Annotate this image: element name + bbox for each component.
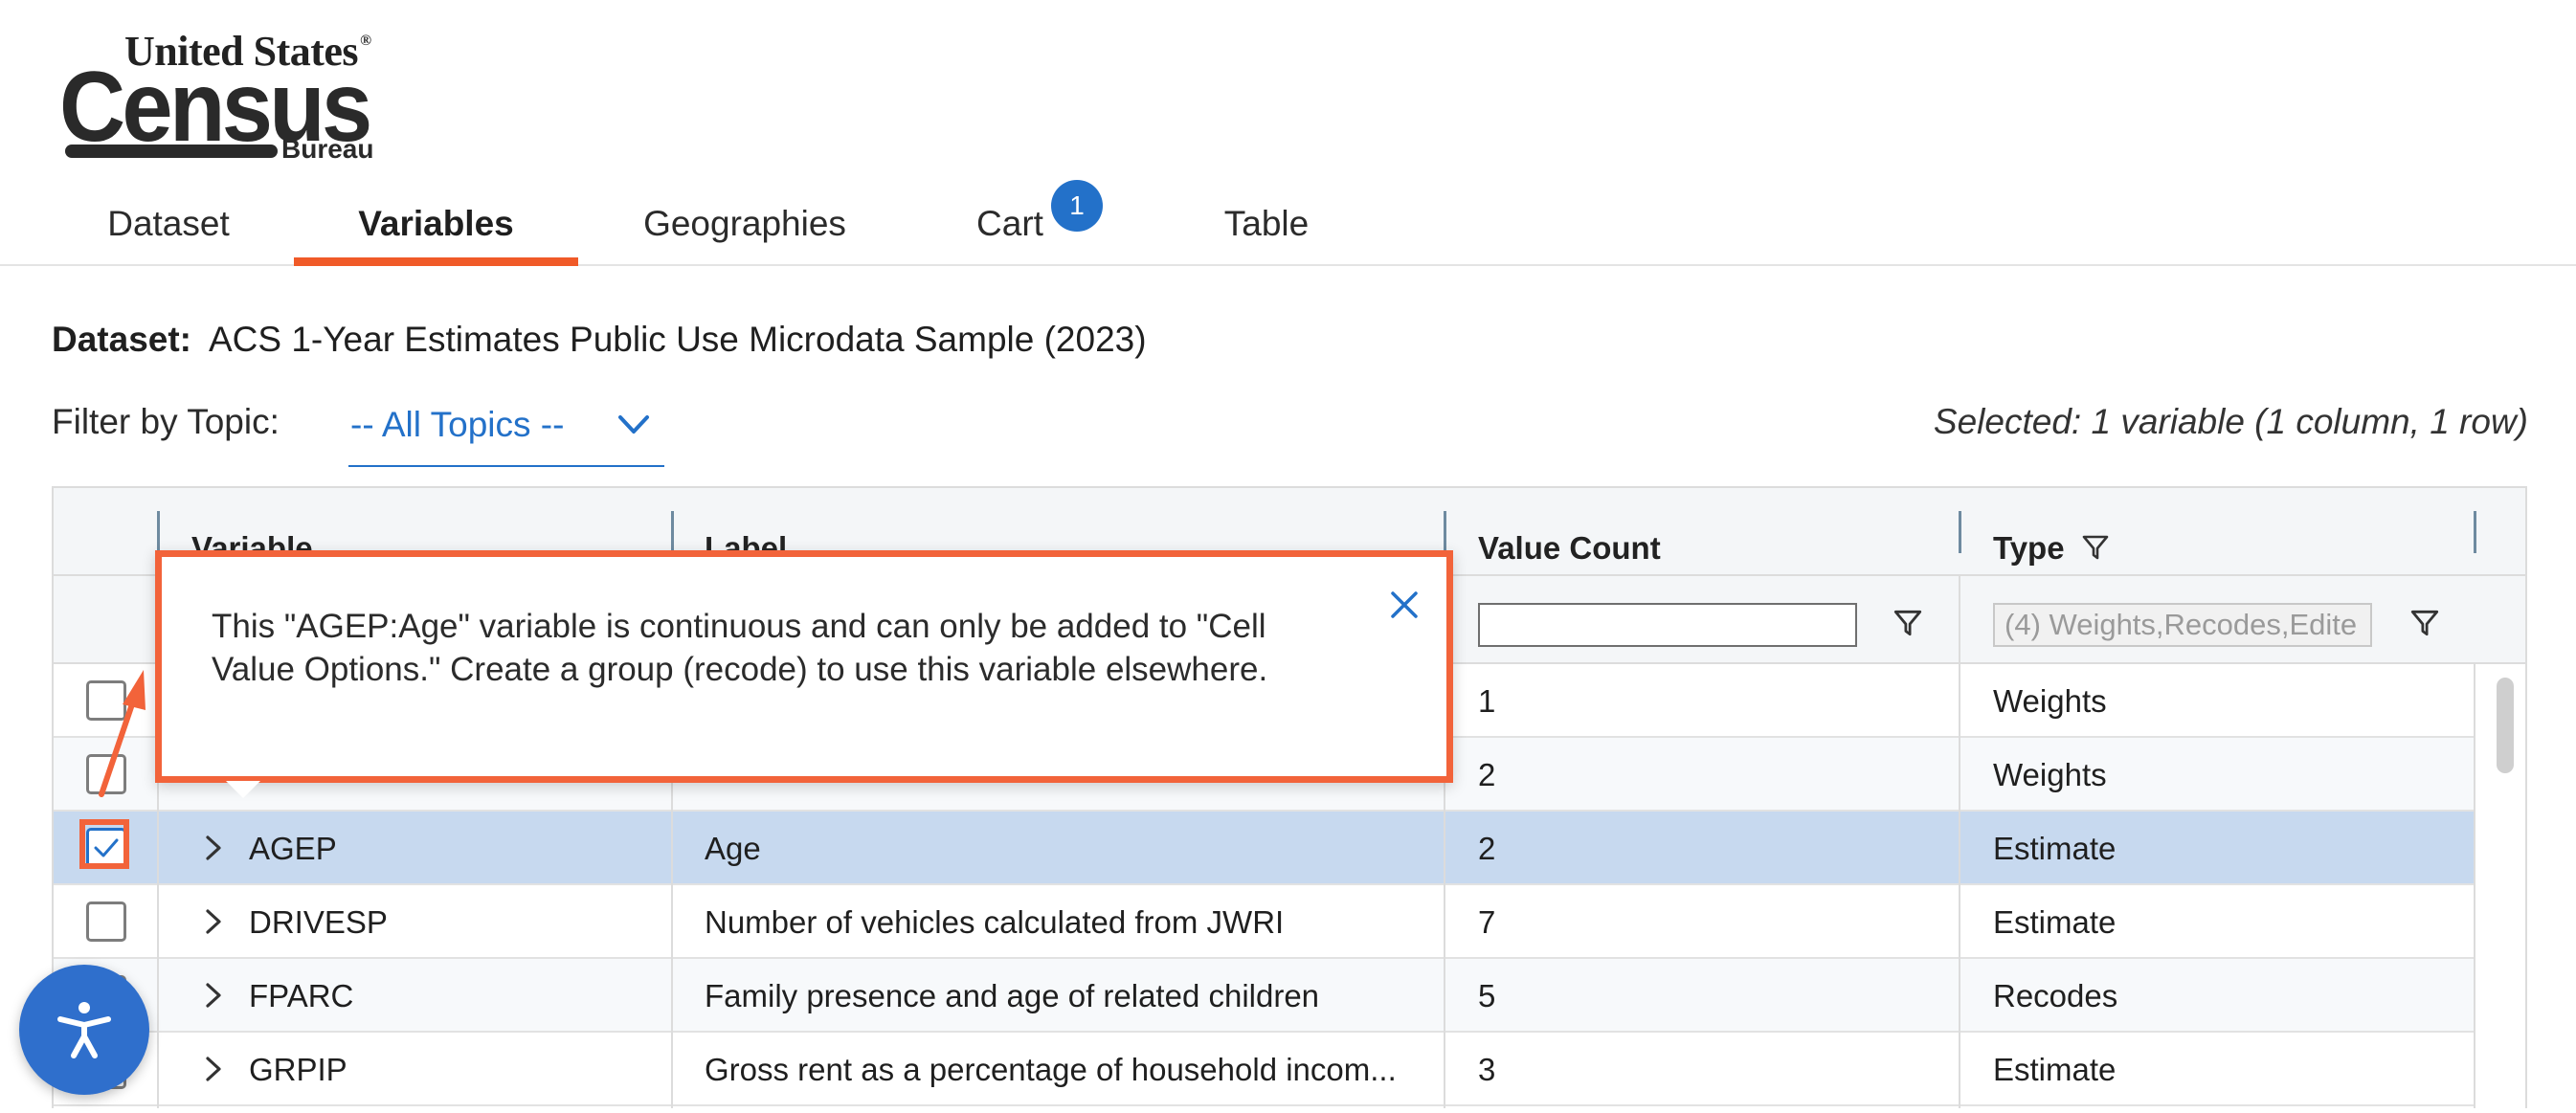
column-line xyxy=(2474,664,2475,1108)
chevron-right-icon[interactable] xyxy=(199,833,228,863)
census-logo[interactable]: United States ® Census Bureau xyxy=(59,25,404,168)
variable-cell: GRPIP xyxy=(249,1051,347,1087)
funnel-icon[interactable] xyxy=(2408,607,2441,639)
variable-cell: AGEP xyxy=(249,830,337,866)
column-divider[interactable] xyxy=(1444,511,1446,553)
topic-select-value: -- All Topics -- xyxy=(350,405,565,444)
value-count-cell: 2 xyxy=(1478,756,1496,792)
row-checkbox[interactable] xyxy=(86,680,126,721)
accessibility-button[interactable] xyxy=(19,965,149,1095)
type-cell: Estimate xyxy=(1993,830,2117,866)
tab-dataset[interactable]: Dataset xyxy=(84,184,253,264)
chevron-down-icon xyxy=(618,415,649,434)
funnel-icon[interactable] xyxy=(1892,607,1924,639)
chevron-right-icon[interactable] xyxy=(199,906,228,937)
dataset-value: ACS 1-Year Estimates Public Use Microdat… xyxy=(209,320,1147,359)
column-divider[interactable] xyxy=(157,511,160,553)
label-cell: Gross rent as a percentage of household … xyxy=(705,1051,1397,1087)
label-cell: Age xyxy=(705,830,761,866)
row-checkbox[interactable] xyxy=(86,754,126,794)
type-cell: Weights xyxy=(1993,756,2107,792)
logo-underline xyxy=(65,145,278,158)
variable-cell: FPARC xyxy=(249,977,354,1013)
column-header-value-count[interactable]: Value Count xyxy=(1478,488,1661,576)
tab-table[interactable]: Table xyxy=(1206,184,1327,264)
selected-summary: Selected: 1 variable (1 column, 1 row) xyxy=(1933,402,2528,441)
type-cell: Recodes xyxy=(1993,977,2118,1013)
table-row[interactable]: FPARC Family presence and age of related… xyxy=(54,959,2475,1033)
value-count-cell: 2 xyxy=(1478,830,1496,866)
tab-variables[interactable]: Variables xyxy=(294,184,578,266)
dataset-info: Dataset: ACS 1-Year Estimates Public Use … xyxy=(52,320,1147,360)
column-divider[interactable] xyxy=(671,511,674,553)
cart-count-badge: 1 xyxy=(1051,180,1103,232)
logo-line-3: Bureau xyxy=(281,134,374,164)
label-cell: Family presence and age of related child… xyxy=(705,977,1320,1013)
table-row[interactable]: DRIVESP Number of vehicles calculated fr… xyxy=(54,885,2475,959)
column-header-type[interactable]: Type xyxy=(1993,488,2111,576)
dataset-label: Dataset: xyxy=(52,320,191,359)
chevron-right-icon[interactable] xyxy=(199,1054,228,1084)
column-divider[interactable] xyxy=(1959,511,1961,553)
value-count-cell: 3 xyxy=(1478,1051,1496,1087)
table-row[interactable]: AGEP Age 2 Estimate xyxy=(54,812,2475,885)
value-count-cell: 5 xyxy=(1478,977,1496,1013)
label-cell: Number of vehicles calculated from JWRI xyxy=(705,903,1285,940)
row-checkbox[interactable] xyxy=(86,902,126,942)
value-count-cell: 1 xyxy=(1478,682,1496,719)
table-row[interactable]: GRPIP Gross rent as a percentage of hous… xyxy=(54,1033,2475,1106)
topic-select[interactable]: -- All Topics -- xyxy=(348,385,664,467)
column-line xyxy=(1959,576,1960,1108)
checkbox-highlight xyxy=(79,819,129,869)
tab-geographies[interactable]: Geographies xyxy=(622,184,867,264)
tab-cart[interactable]: Cart xyxy=(957,184,1063,264)
type-cell: Weights xyxy=(1993,682,2107,719)
value-count-filter-input[interactable] xyxy=(1478,603,1857,647)
accessibility-icon xyxy=(57,1002,111,1058)
type-filter-input[interactable]: (4) Weights,Recodes,Edite xyxy=(1993,603,2372,647)
close-icon[interactable] xyxy=(1385,586,1423,624)
column-header-type-label: Type xyxy=(1993,530,2065,566)
value-count-cell: 7 xyxy=(1478,903,1496,940)
popup-pointer xyxy=(226,781,260,798)
chevron-right-icon[interactable] xyxy=(199,980,228,1011)
type-cell: Estimate xyxy=(1993,903,2117,940)
type-cell: Estimate xyxy=(1993,1051,2117,1087)
variable-cell: DRIVESP xyxy=(249,903,388,940)
table-scrollbar-thumb[interactable] xyxy=(2497,678,2514,773)
popup-message: This "AGEP:Age" variable is continuous a… xyxy=(212,608,1268,688)
variable-info-popup: This "AGEP:Age" variable is continuous a… xyxy=(155,550,1453,783)
filter-topic-label: Filter by Topic: xyxy=(52,402,280,441)
column-divider[interactable] xyxy=(2474,511,2476,553)
funnel-icon[interactable] xyxy=(2080,532,2111,563)
main-tabs: Dataset Variables Geographies Cart Table xyxy=(0,184,2576,266)
